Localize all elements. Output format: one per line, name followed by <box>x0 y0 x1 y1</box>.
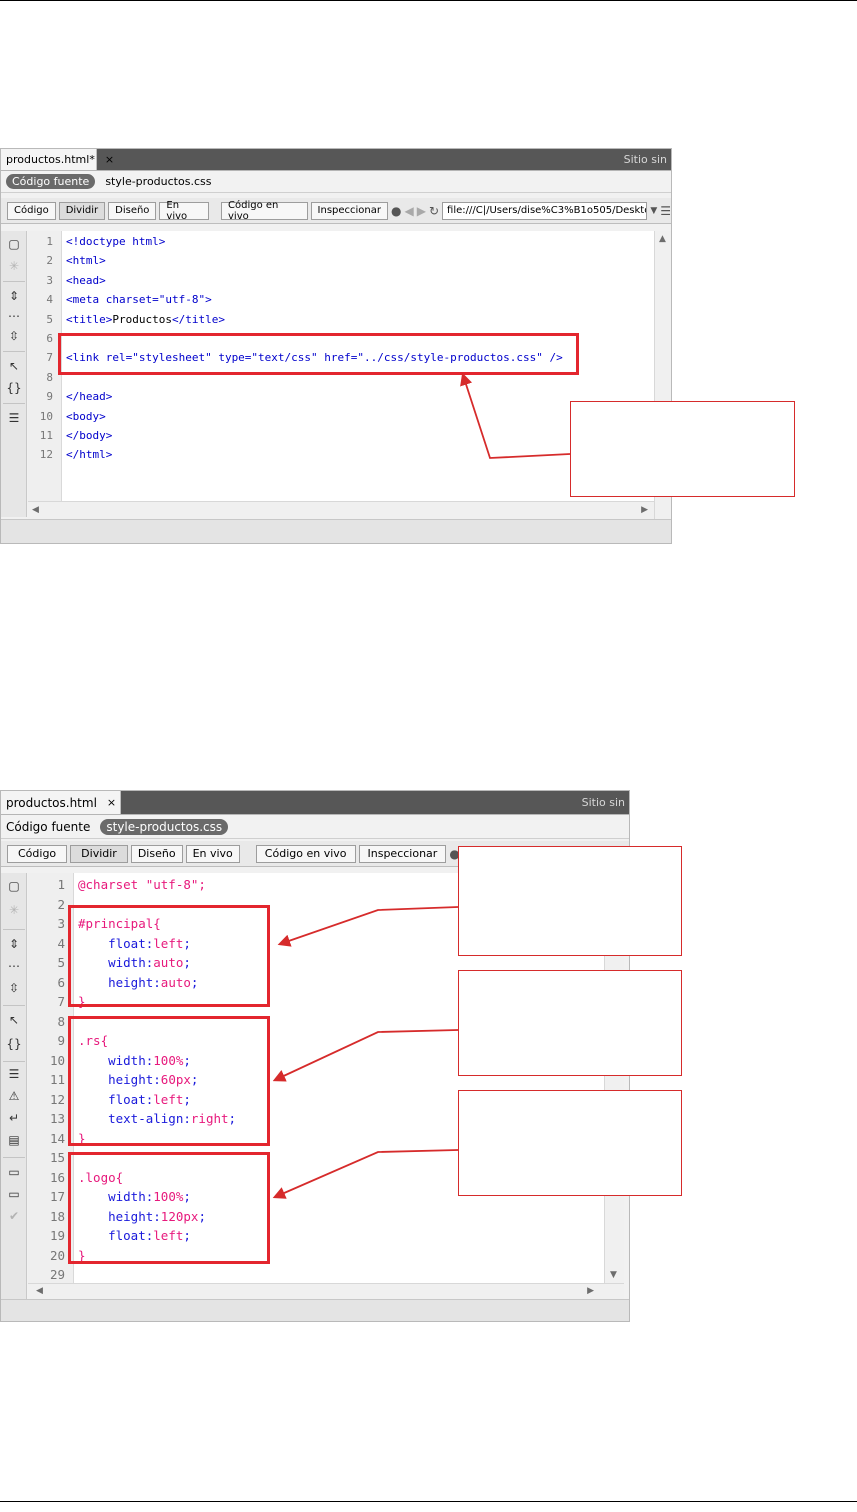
arrow-rs <box>272 1029 459 1082</box>
page-bottom-rule <box>0 1501 857 1502</box>
arrow-link <box>460 372 571 459</box>
annotation-arrows <box>272 372 571 1199</box>
arrow-principal <box>277 906 459 947</box>
arrow-logo <box>272 1149 459 1199</box>
